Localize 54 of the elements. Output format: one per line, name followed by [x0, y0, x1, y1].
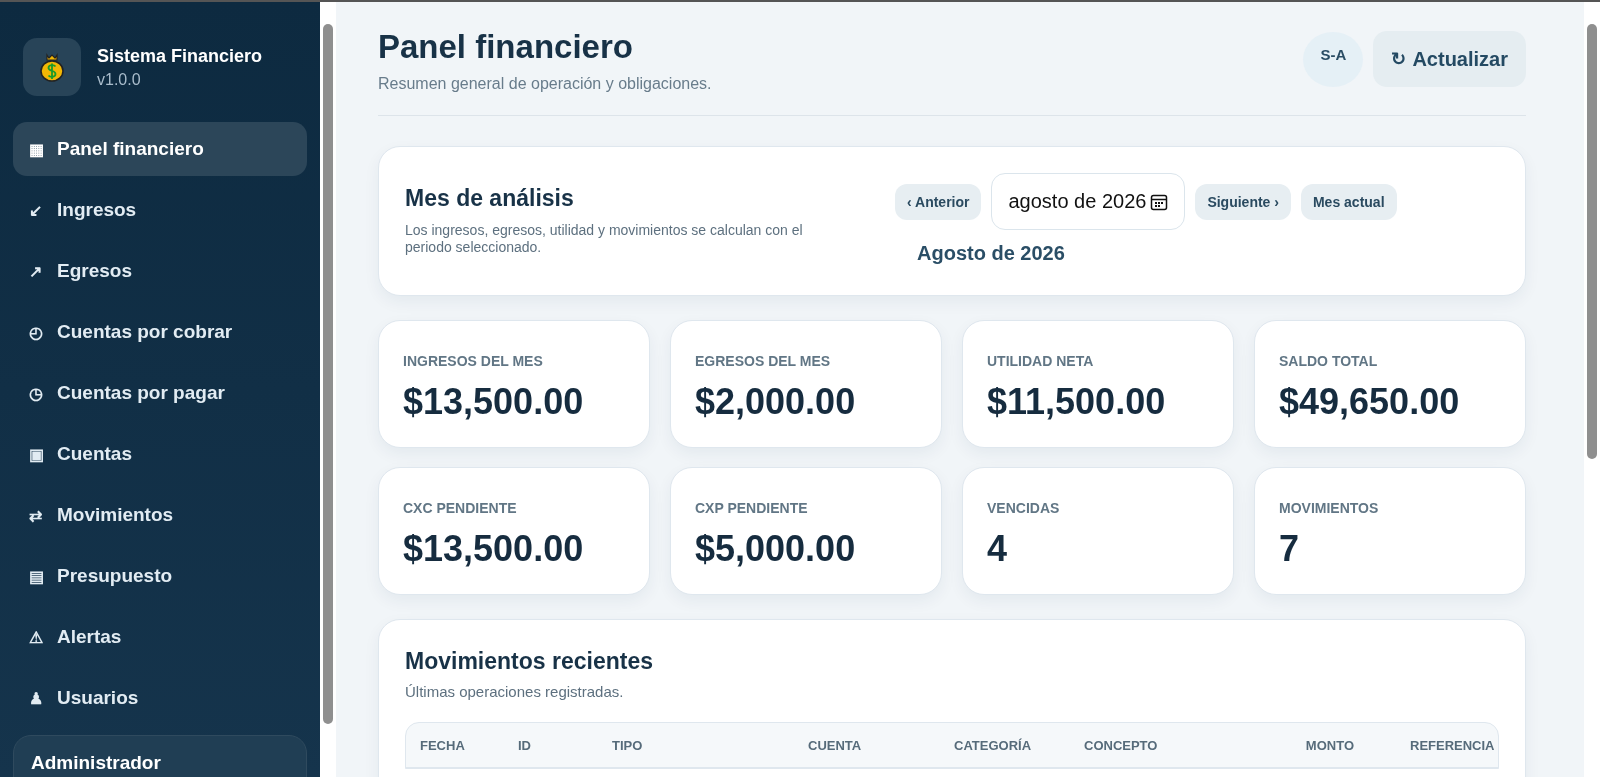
nav-item[interactable]: ◴ Cuentas por cobrar [13, 305, 307, 359]
stat-value: $13,500.00 [403, 528, 585, 570]
section-subtitle: Últimas operaciones registradas. [405, 683, 625, 700]
column-header: MONTO [1304, 737, 1355, 753]
page-subtitle: Resumen general de operación y obligaciones. [378, 75, 712, 93]
column-header: ID [518, 737, 532, 753]
scrollbar[interactable] [320, 2, 336, 777]
column-header: CONCEPTO [1084, 737, 1159, 753]
stat-value: $49,650.00 [1279, 381, 1461, 423]
nav-item[interactable]: ↗ Egresos [13, 244, 307, 298]
selected-month: Agosto de 2026 [917, 242, 1066, 265]
page-title: Panel financiero [378, 28, 634, 66]
stat-label: INGRESOS DEL MES [403, 353, 544, 369]
calendar-icon [1150, 192, 1169, 211]
nav-item[interactable]: ♟ Usuarios [13, 671, 307, 725]
stat-label: UTILIDAD NETA [987, 353, 1095, 369]
stat-value: $2,000.00 [695, 381, 857, 423]
app-version: v1.0.0 [97, 70, 142, 89]
column-header: FECHA [420, 737, 466, 753]
stat-label: EGRESOS DEL MES [695, 353, 832, 369]
stat-label: CXP PENDIENTE [695, 500, 809, 516]
column-header: TIPO [612, 737, 644, 753]
nav-item[interactable]: ▣ Cuentas [13, 427, 307, 481]
stat-label: VENCIDAS [987, 500, 1061, 516]
previous-button[interactable]: ‹ Anterior [895, 183, 982, 220]
nav-item[interactable]: ▤ Presupuesto [13, 549, 307, 603]
current-month-button[interactable]: Mes actual [1300, 183, 1397, 220]
column-header: CATEGORÍA [954, 737, 1033, 753]
user-role: Administrador [31, 752, 161, 773]
stat-label: SALDO TOTAL [1279, 353, 1379, 369]
section-title: Movimientos recientes [405, 648, 654, 675]
money-bag-icon [23, 38, 81, 96]
stat-value: $13,500.00 [403, 381, 585, 423]
nav-item[interactable]: ⇄ Movimientos [13, 488, 307, 542]
next-button[interactable]: Siguiente › [1195, 183, 1291, 220]
month-input-field[interactable]: agosto de 2026 [991, 173, 1186, 230]
stat-value: 7 [1279, 528, 1301, 570]
stat-value: $5,000.00 [695, 528, 857, 570]
nav-item[interactable]: ⚠ Alertas [13, 610, 307, 664]
app-name: Sistema Financiero [97, 45, 263, 67]
section-title: Mes de análisis [405, 185, 575, 212]
user-avatar[interactable]: S-A [1303, 31, 1364, 87]
refresh-button[interactable]: ↻ Actualizar [1373, 31, 1526, 87]
stat-value: 4 [987, 528, 1009, 570]
stat-label: MOVIMIENTOS [1279, 500, 1380, 516]
scrollbar[interactable] [1584, 2, 1600, 777]
nav-item[interactable]: ▦ Panel financiero [13, 122, 307, 176]
stat-label: CXC PENDIENTE [403, 500, 518, 516]
stat-value: $11,500.00 [987, 381, 1167, 423]
column-header: CUENTA [808, 737, 863, 753]
nav-item[interactable]: ↙ Ingresos [13, 183, 307, 237]
column-header: REFERENCIA [1410, 737, 1495, 753]
nav-item[interactable]: ◷ Cuentas por pagar [13, 366, 307, 420]
section-description: Los ingresos, egresos, utilidad y movimientos se calculan con el periodo seleccionado. [405, 222, 804, 256]
